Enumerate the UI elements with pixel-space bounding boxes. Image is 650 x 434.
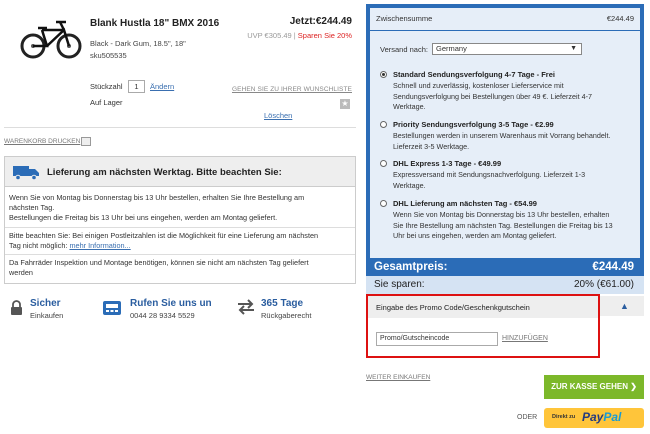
cart-item: Blank Hustla 18" BMX 2016 Black - Dark G… (4, 4, 356, 128)
delivery-title: Lieferung am nächsten Werktag. Bitte bea… (47, 167, 282, 178)
delivery-text: Bitte beachten Sie: Bei einigen Postleit… (9, 231, 319, 240)
shipping-option-title: Standard Sendungsverfolgung 4-7 Tage - F… (393, 70, 555, 79)
promo-apply-button[interactable]: HINZUFÜGEN (502, 335, 548, 342)
checkout-button[interactable]: ZUR KASSE GEHEN ❯ (544, 375, 644, 399)
savings-row: Sie sparen: 20% (€61.00) (366, 276, 644, 294)
radio-button[interactable] (380, 160, 387, 167)
printer-icon[interactable] (81, 137, 91, 146)
paypal-logo: PayPal (582, 410, 621, 424)
quantity-input[interactable]: 1 (128, 80, 145, 93)
shipping-option-desc: Wenn Sie von Montag bis Donnerstag bis 1… (393, 210, 639, 242)
paypal-logo-pay: Pay (582, 410, 604, 424)
paypal-direct-label: Direkt zu (552, 414, 576, 420)
lock-icon (11, 300, 22, 315)
radio-button[interactable] (380, 200, 387, 207)
radio-button[interactable] (380, 71, 387, 78)
wishlist-link[interactable]: GEHEN SIE ZU IHRER WUNSCHLISTE (232, 86, 352, 93)
delivery-paragraph-2: Bitte beachten Sie: Bei einigen Postleit… (9, 231, 351, 251)
delivery-text: Tag nicht möglich: mehr Information... (9, 241, 351, 251)
phone-icon (103, 301, 121, 315)
change-quantity-link[interactable]: Ändern (150, 82, 174, 91)
feature-subtitle: Einkaufen (30, 311, 64, 320)
total-label: Gesamtpreis: (374, 261, 448, 273)
chevron-down-icon: ▼ (570, 45, 577, 52)
delivery-paragraph-1: Wenn Sie von Montag bis Donnerstag bis 1… (9, 193, 351, 223)
divider (5, 227, 355, 228)
delivery-info-box: Lieferung am nächsten Werktag. Bitte bea… (4, 156, 356, 284)
shipping-option-desc: Schnell und zuverlässig, kostenloser Lie… (393, 81, 639, 113)
desc-line: Uhr bei uns eingehen, werden am Montag g… (393, 231, 557, 240)
desc-line: Schnell und zuverlässig, kostenloser Lie… (393, 81, 564, 90)
savings-badge: Sparen Sie 20% (297, 31, 352, 40)
product-variant: Black - Dark Gum, 18.5", 18" (90, 39, 186, 48)
subtotal-label: Zwischensumme (376, 14, 433, 23)
savings-value: 20% (€61.00) (573, 279, 634, 290)
remove-item-link[interactable]: Löschen (264, 111, 292, 120)
delivery-paragraph-3: Da Fahrräder Inspektion und Montage benö… (9, 258, 351, 278)
radio-button[interactable] (380, 121, 387, 128)
feature-subtitle: Rückgaberecht (261, 311, 312, 320)
delivery-text: Bestellungen die Freitag bis 13 Uhr bei … (9, 213, 278, 222)
divider (5, 254, 355, 255)
or-label: ODER (517, 414, 538, 421)
desc-line: Expressversand mit Sendungsnachverfolgun… (393, 170, 586, 179)
return-arrows-icon (238, 299, 254, 315)
promo-code-input[interactable]: Promo/Gutscheincode (376, 332, 498, 346)
shipping-country-value: Germany (436, 44, 467, 53)
divider (370, 30, 640, 31)
delivery-header: Lieferung am nächsten Werktag. Bitte bea… (5, 157, 355, 187)
feature-title: 365 Tage (261, 298, 304, 309)
desc-line: Wenn Sie von Montag bis Donnerstag bis 1… (393, 210, 610, 219)
star-icon[interactable]: ★ (340, 99, 350, 109)
paypal-logo-pal: Pal (603, 410, 622, 424)
summary-inner: Zwischensumme €244.49 Versand nach: Germ… (370, 8, 640, 258)
subtotal-value: €244.49 (606, 14, 634, 23)
shipping-option-title: DHL Lieferung am nächsten Tag - €54.99 (393, 199, 537, 208)
promo-header[interactable]: Eingabe des Promo Code/Geschenkgutschein (368, 296, 598, 318)
shipping-country-label: Versand nach: (380, 45, 428, 54)
bmx-bike-image[interactable] (20, 16, 82, 60)
desc-line: Lieferzeit 3-5 Werktage. (393, 141, 470, 151)
shipping-country-select[interactable]: Germany ▼ (432, 43, 582, 55)
feature-title: Rufen Sie uns un (130, 298, 212, 309)
shipping-option-title: DHL Express 1-3 Tage - €49.99 (393, 159, 502, 168)
uvp-text: UVP €305.49 | (247, 31, 298, 40)
product-name[interactable]: Blank Hustla 18" BMX 2016 (90, 18, 219, 29)
desc-line: Sendungsverfolgung bei Bestellungen über… (393, 91, 592, 101)
chevron-up-icon[interactable]: ▲ (620, 301, 629, 311)
desc-line: Werktage. (393, 180, 426, 190)
more-information-link[interactable]: mehr Information... (69, 241, 130, 250)
desc-line: Sie Ihre Bestellung am nächsten Tag. Bes… (393, 220, 613, 230)
print-cart-link[interactable]: WARENKORB DRUCKEN (4, 138, 80, 145)
shipping-option-desc: Bestellungen werden in unserem Warenhaus… (393, 131, 639, 152)
paypal-button[interactable]: Direkt zu PayPal (544, 408, 644, 428)
delivery-text: werden (9, 268, 33, 277)
savings-label: Sie sparen: (374, 279, 425, 290)
delivery-text: nächsten Tag. (9, 203, 55, 212)
promo-title: Eingabe des Promo Code/Geschenkgutschein (376, 303, 530, 312)
stock-status: Auf Lager (90, 98, 123, 107)
quantity-label: Stückzahl (90, 82, 123, 91)
product-sku: sku505535 (90, 51, 127, 60)
delivery-text: Da Fahrräder Inspektion und Montage benö… (9, 258, 309, 267)
product-uvp: UVP €305.49 | Sparen Sie 20% (247, 31, 352, 40)
feature-subtitle: 0044 28 9334 5529 (130, 311, 195, 320)
feature-title: Sicher (30, 298, 61, 309)
product-price: Jetzt:€244.49 (289, 16, 352, 27)
shipping-option-desc: Expressversand mit Sendungsnachverfolgun… (393, 170, 639, 191)
promo-code-box: Eingabe des Promo Code/Geschenkgutschein… (366, 294, 600, 358)
desc-line: Werktage. (393, 102, 426, 111)
order-summary-panel: Zwischensumme €244.49 Versand nach: Germ… (366, 4, 644, 294)
total-value: €244.49 (592, 261, 634, 273)
delivery-text: Wenn Sie von Montag bis Donnerstag bis 1… (9, 193, 305, 202)
delivery-text: Tag nicht möglich: (9, 241, 70, 250)
truck-icon (13, 166, 39, 180)
shipping-option-title: Priority Sendungsverfolgung 3-5 Tage - €… (393, 120, 554, 129)
desc-line: Bestellungen werden in unserem Warenhaus… (393, 131, 611, 140)
continue-shopping-link[interactable]: WEITER EINKAUFEN (366, 374, 430, 381)
